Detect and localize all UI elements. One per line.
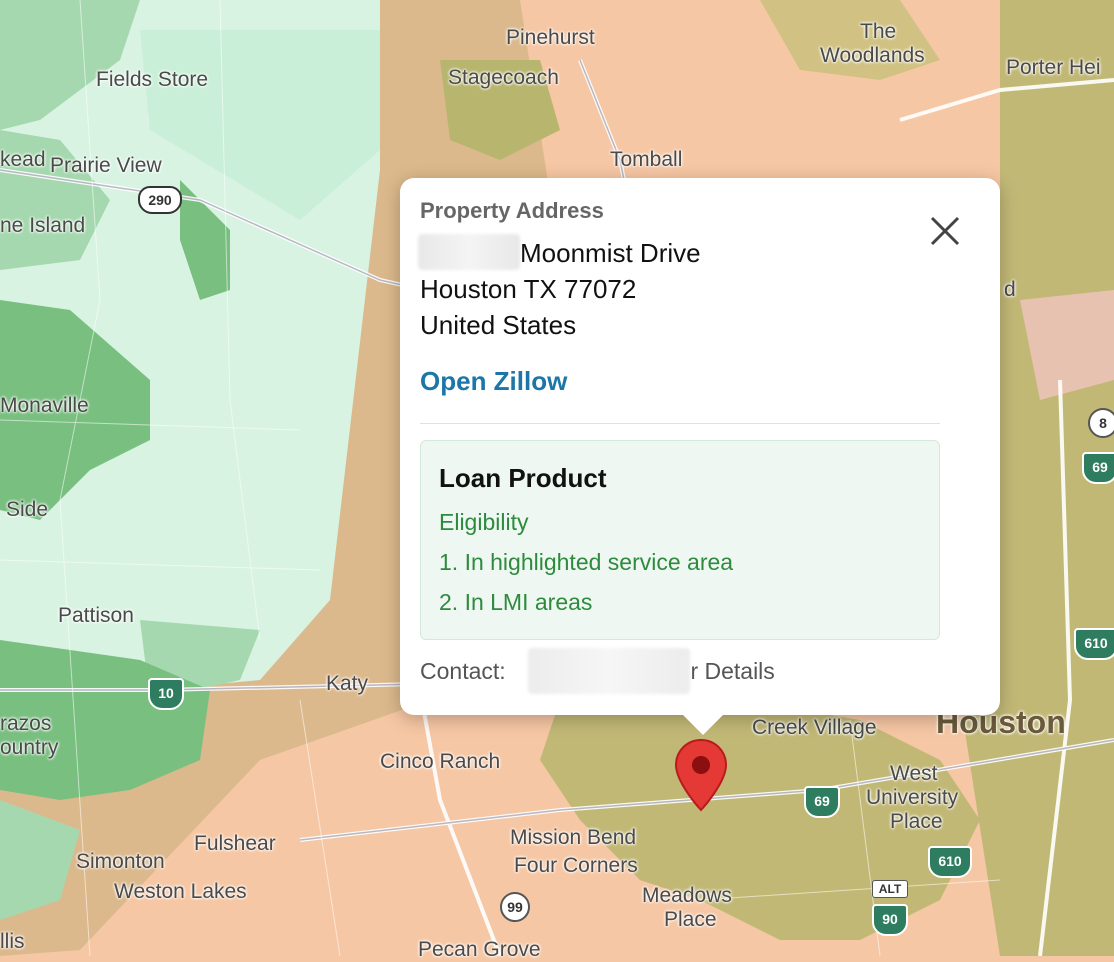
place-meadows-place-2: Place [664,908,717,931]
place-the-woodlands-2: Woodlands [820,44,925,67]
close-icon[interactable] [928,214,962,248]
address-line-3: United States [420,310,577,340]
open-zillow-link[interactable]: Open Zillow [420,366,567,397]
place-pattison: Pattison [58,604,134,627]
place-kead: kead [0,148,46,171]
place-island: ne Island [0,214,86,237]
place-the-woodlands: The [860,20,897,43]
place-porter-heights: Porter Hei [1006,56,1101,79]
highway-shield-alt: ALT [872,880,908,898]
highway-shield-i610-a: 610 [928,846,972,878]
map-pin-icon[interactable] [674,738,728,812]
redacted-contact [528,648,690,694]
place-fulshear: Fulshear [194,832,276,855]
place-creek-village: Creek Village [752,716,877,739]
contact-label: Contact: [420,658,506,684]
highway-shield-i10: 10 [148,678,184,710]
place-monaville: Monaville [0,394,89,417]
place-d: d [1004,278,1016,301]
eligibility-item-2: 2. In LMI areas [439,589,593,615]
highway-shield-us90: 90 [872,904,908,936]
address-line-2: Houston TX 77072 [420,274,637,304]
place-tomball: Tomball [610,148,683,171]
highway-shield-us69-b: 69 [1082,452,1114,484]
loan-product-title: Loan Product [439,463,607,493]
property-popup: Property Address Moonmist Drive Houston … [400,178,1000,735]
highway-shield-i610-b: 610 [1074,628,1114,660]
place-mission-bend: Mission Bend [510,826,637,849]
place-stagecoach: Stagecoach [448,66,559,89]
place-fields-store: Fields Store [96,68,209,91]
place-simonton: Simonton [76,850,165,873]
place-west-university-2: University [866,786,959,809]
place-llis: llis [0,930,25,953]
place-weston-lakes: Weston Lakes [114,880,247,903]
place-west-university-3: Place [890,810,943,833]
popup-divider [420,423,940,424]
redacted-house-number [418,234,520,270]
place-four-corners: Four Corners [514,854,638,877]
place-katy: Katy [326,672,369,695]
place-cinco-ranch: Cinco Ranch [380,750,501,773]
address-line-1: Moonmist Drive [520,238,701,268]
place-west-university: West [890,762,938,785]
place-brazos-country: ountry [0,736,59,759]
contact-details-link[interactable]: r Details [690,658,774,684]
place-pinehurst: Pinehurst [506,26,595,49]
place-pecan-grove: Pecan Grove [418,938,541,961]
place-brazos: razos [0,712,52,735]
loan-product-box: Loan Product Eligibility 1. In highlight… [420,440,940,640]
eligibility-label: Eligibility [439,509,529,535]
highway-shield-us290: 290 [138,186,182,214]
place-side: Side [6,498,49,521]
place-meadows-place: Meadows [642,884,732,907]
property-address-label: Property Address [420,198,604,223]
eligibility-item-1: 1. In highlighted service area [439,549,734,575]
place-prairie-view: Prairie View [50,154,162,177]
highway-shield-us69-a: 69 [804,786,840,818]
highway-shield-beltway8: 8 [1088,408,1114,438]
highway-shield-state99: 99 [500,892,530,922]
